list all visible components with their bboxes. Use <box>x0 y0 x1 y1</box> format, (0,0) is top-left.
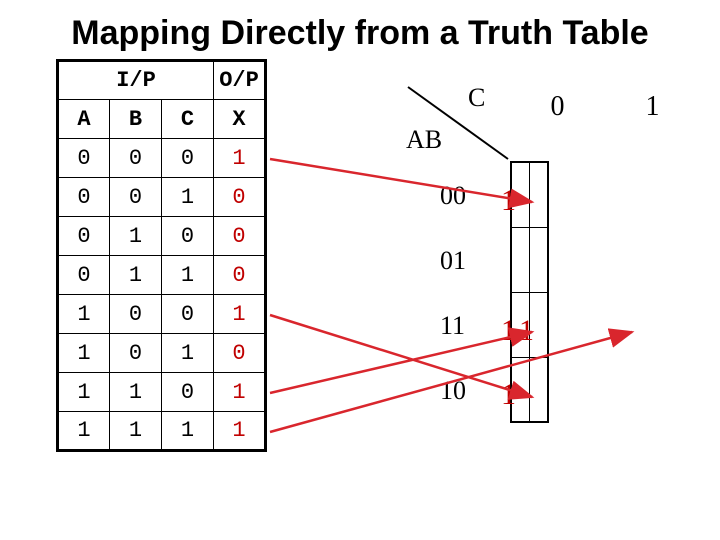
table-cell: 0 <box>110 178 162 217</box>
table-cell: 0 <box>110 139 162 178</box>
input-section-header: I/P <box>58 61 214 100</box>
kmap-row-header-01: 01 <box>440 228 466 293</box>
kmap-cell-00-1 <box>530 162 549 227</box>
kmap-cell-10-1 <box>530 357 549 422</box>
table-row: 0010 <box>58 178 266 217</box>
table-row: 1001 <box>58 295 266 334</box>
kmap-col-header-1: 1 <box>605 91 700 123</box>
table-cell: 1 <box>214 373 266 412</box>
table-cell: 1 <box>162 334 214 373</box>
table-cell: 1 <box>110 373 162 412</box>
kmap-row-header-10: 10 <box>440 358 466 423</box>
kmap-cell-01-0 <box>511 227 530 292</box>
table-cell: 1 <box>110 412 162 451</box>
table-cell: 0 <box>162 139 214 178</box>
table-cell: 1 <box>162 256 214 295</box>
table-cell: 0 <box>110 334 162 373</box>
kmap-corner: C AB <box>400 81 510 161</box>
kmap-col-var: C <box>468 83 485 113</box>
kmap-cell-11-1: 1 <box>530 292 549 357</box>
table-row: 1101 <box>58 373 266 412</box>
table-cell: 1 <box>58 412 110 451</box>
kmap-cell-10-0: 1 <box>511 357 530 422</box>
table-row: 0110 <box>58 256 266 295</box>
slide-body: I/P O/P A B C X 000100100100011010011010… <box>0 57 720 477</box>
col-header-b: B <box>110 100 162 139</box>
table-cell: 0 <box>58 256 110 295</box>
output-section-header: O/P <box>214 61 266 100</box>
table-cell: 0 <box>58 139 110 178</box>
kmap-cell-01-1 <box>530 227 549 292</box>
table-row: 1010 <box>58 334 266 373</box>
table-cell: 1 <box>110 217 162 256</box>
table-cell: 1 <box>214 295 266 334</box>
table-cell: 0 <box>214 178 266 217</box>
table-row: 0100 <box>58 217 266 256</box>
kmap-row-header-11: 11 <box>440 293 465 358</box>
table-cell: 1 <box>214 139 266 178</box>
slide-title: Mapping Directly from a Truth Table <box>0 0 720 57</box>
col-header-c: C <box>162 100 214 139</box>
kmap-row-var: AB <box>406 125 442 155</box>
kmap-row-header-00: 00 <box>440 163 466 228</box>
table-cell: 0 <box>58 217 110 256</box>
table-cell: 0 <box>162 217 214 256</box>
table-cell: 0 <box>110 295 162 334</box>
table-cell: 0 <box>162 295 214 334</box>
col-header-a: A <box>58 100 110 139</box>
kmap-cell-00-0: 1 <box>511 162 530 227</box>
table-cell: 0 <box>58 178 110 217</box>
table-cell: 0 <box>214 217 266 256</box>
table-cell: 1 <box>110 256 162 295</box>
kmap-grid: 1 1 1 1 <box>510 161 549 423</box>
table-row: 0001 <box>58 139 266 178</box>
table-cell: 1 <box>214 412 266 451</box>
table-cell: 0 <box>214 256 266 295</box>
table-cell: 1 <box>162 178 214 217</box>
table-row: 1111 <box>58 412 266 451</box>
col-header-x: X <box>214 100 266 139</box>
table-cell: 1 <box>58 373 110 412</box>
table-cell: 1 <box>58 295 110 334</box>
table-cell: 0 <box>214 334 266 373</box>
table-cell: 0 <box>162 373 214 412</box>
kmap-col-header-0: 0 <box>510 91 605 123</box>
truth-table: I/P O/P A B C X 000100100100011010011010… <box>56 59 267 452</box>
table-cell: 1 <box>162 412 214 451</box>
table-cell: 1 <box>58 334 110 373</box>
